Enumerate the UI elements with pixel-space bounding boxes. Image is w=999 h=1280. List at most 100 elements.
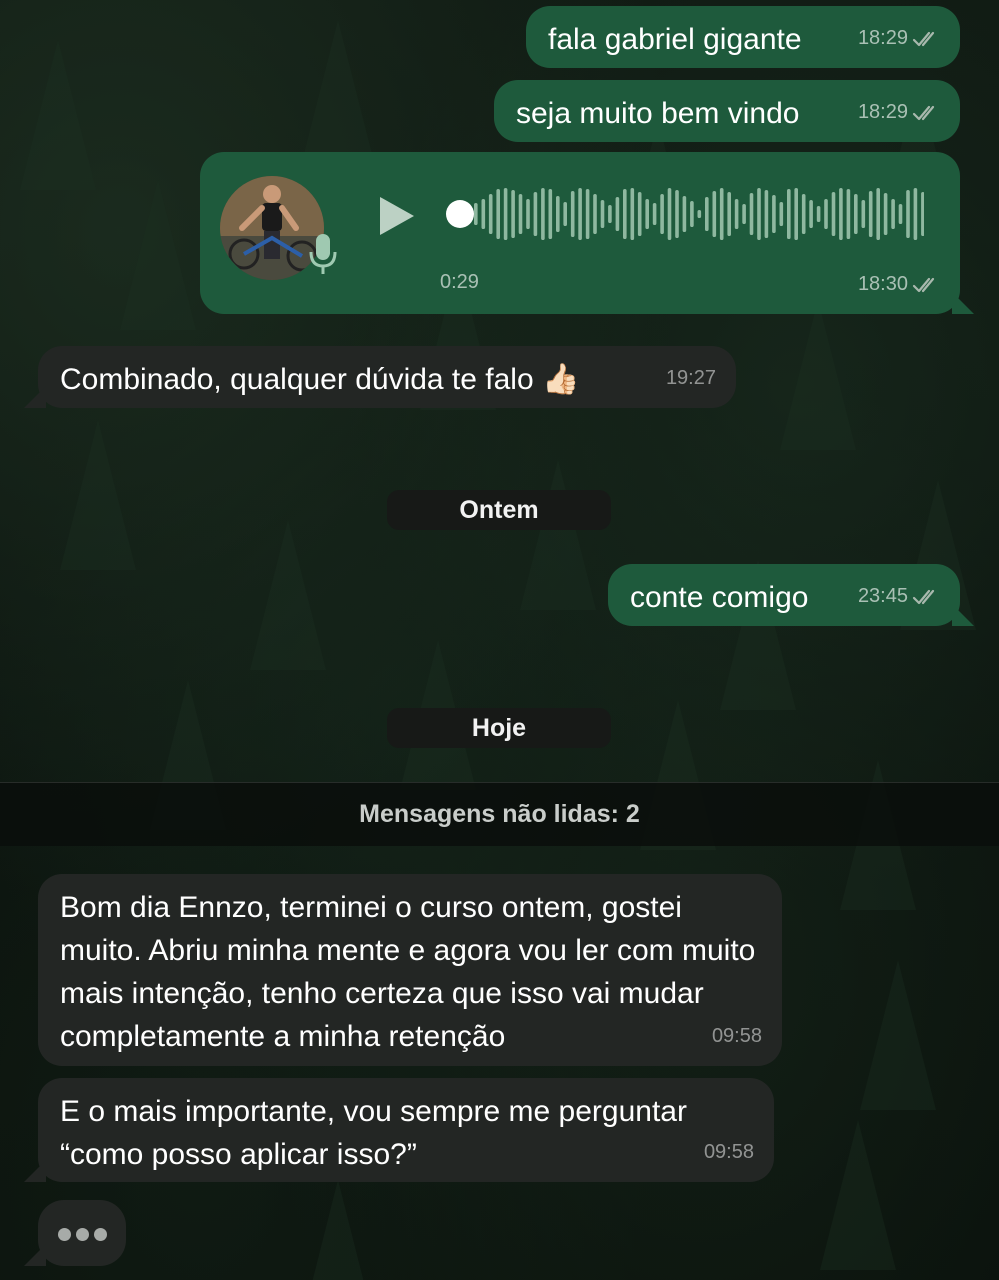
waveform-bar bbox=[526, 199, 530, 229]
audio-waveform[interactable] bbox=[444, 186, 924, 242]
waveform-bar bbox=[787, 189, 791, 239]
message-meta: 18:29 bbox=[858, 91, 940, 134]
waveform-bar bbox=[600, 200, 605, 228]
waveform-bar bbox=[772, 195, 776, 233]
double-check-icon bbox=[912, 589, 935, 604]
message-time: 18:30 bbox=[857, 273, 908, 295]
message-text: Combinado, qualquer dúvida te falo 👍🏻 bbox=[60, 363, 580, 396]
waveform-bar bbox=[690, 201, 694, 227]
waveform-bar bbox=[876, 188, 880, 240]
waveform-bar bbox=[570, 191, 575, 237]
waveform-bar bbox=[518, 194, 523, 234]
waveform-bar bbox=[824, 199, 828, 229]
waveform-bar bbox=[839, 188, 843, 240]
waveform-bar bbox=[556, 196, 560, 232]
waveform-bar bbox=[474, 203, 478, 225]
waveform-bar bbox=[831, 192, 836, 236]
waveform-bar bbox=[891, 199, 895, 229]
waveform-bar bbox=[682, 196, 687, 232]
waveform-bar bbox=[727, 192, 731, 236]
typing-dot bbox=[76, 1228, 89, 1241]
message-text: E o mais importante, vou sempre me pergu… bbox=[60, 1095, 687, 1171]
message-text: fala gabriel gigante bbox=[548, 23, 802, 56]
waveform-bar bbox=[705, 197, 709, 231]
message-time: 09:58 bbox=[703, 1141, 754, 1163]
waveform-bar bbox=[637, 192, 642, 236]
waveform-bar bbox=[697, 210, 702, 218]
thumbs-up-emoji: 👍🏻 bbox=[542, 363, 580, 396]
waveform-bar bbox=[533, 192, 538, 236]
waveform-bar bbox=[593, 194, 597, 234]
message-bubble-outgoing[interactable]: seja muito bem vindo 18:29 bbox=[494, 80, 960, 142]
waveform-bar bbox=[809, 200, 813, 228]
waveform-bar bbox=[578, 188, 582, 240]
waveform-bar bbox=[660, 194, 664, 234]
waveform-bar bbox=[846, 189, 851, 239]
waveform-bar bbox=[816, 206, 821, 222]
message-text: conte comigo bbox=[630, 581, 809, 614]
waveform-bar bbox=[749, 193, 754, 235]
waveform-bar bbox=[883, 193, 888, 235]
message-meta: 18:30 bbox=[858, 263, 940, 306]
microphone-icon bbox=[309, 234, 337, 274]
message-bubble-incoming[interactable]: E o mais importante, vou sempre me pergu… bbox=[24, 1078, 774, 1182]
waveform-bar bbox=[608, 205, 612, 223]
waveform-bar bbox=[623, 189, 627, 239]
waveform-bar bbox=[645, 199, 649, 229]
voice-message-bubble[interactable]: 0:29 18:30 bbox=[200, 152, 974, 314]
waveform-bar bbox=[585, 189, 590, 239]
typing-indicator bbox=[24, 1200, 126, 1266]
date-separator: Ontem bbox=[387, 490, 611, 530]
waveform-bar bbox=[630, 188, 635, 240]
waveform-bar bbox=[488, 194, 493, 234]
waveform-bar bbox=[779, 202, 784, 226]
waveform-bar bbox=[481, 199, 486, 229]
message-text: seja muito bem vindo bbox=[516, 97, 800, 130]
message-meta: 23:45 bbox=[858, 575, 940, 618]
message-meta: 18:29 bbox=[858, 17, 940, 60]
message-time: 18:29 bbox=[857, 27, 908, 49]
waveform-bar bbox=[503, 188, 508, 240]
waveform-bar bbox=[801, 194, 806, 234]
message-bubble-incoming[interactable]: Bom dia Ennzo, terminei o curso ontem, g… bbox=[38, 874, 782, 1066]
waveform-bar bbox=[615, 197, 620, 231]
double-check-icon bbox=[912, 105, 935, 120]
double-check-icon bbox=[912, 31, 935, 46]
waveform-bar bbox=[861, 200, 866, 228]
waveform-bar bbox=[541, 188, 545, 240]
message-time: 09:58 bbox=[711, 1025, 762, 1047]
unread-messages-banner: Mensagens não lidas: 2 bbox=[0, 782, 999, 846]
message-bubble-outgoing[interactable]: fala gabriel gigante 18:29 bbox=[526, 6, 960, 68]
waveform-bar bbox=[719, 188, 724, 240]
message-time: 23:45 bbox=[857, 585, 908, 607]
waveform-bar bbox=[913, 188, 918, 240]
waveform-bar bbox=[742, 204, 746, 224]
waveform-bar bbox=[734, 199, 739, 229]
waveform-bar bbox=[652, 203, 657, 225]
waveform-bar bbox=[764, 190, 769, 238]
message-time: 19:27 bbox=[665, 367, 716, 389]
waveform-bar bbox=[906, 190, 910, 238]
waveform-bar bbox=[675, 190, 679, 238]
message-time: 18:29 bbox=[857, 101, 908, 123]
waveform-bar bbox=[921, 192, 924, 236]
waveform-bar bbox=[548, 189, 553, 239]
double-check-icon bbox=[912, 277, 935, 292]
waveform-bar bbox=[712, 191, 717, 237]
waveform-bar bbox=[496, 189, 500, 239]
message-bubble-outgoing[interactable]: conte comigo 23:45 bbox=[608, 564, 974, 626]
message-bubble-incoming[interactable]: Combinado, qualquer dúvida te falo 👍🏻 19… bbox=[24, 346, 736, 408]
typing-dot bbox=[94, 1228, 107, 1241]
waveform-bar bbox=[563, 202, 567, 226]
voice-duration: 0:29 bbox=[440, 271, 479, 293]
waveform-bar bbox=[868, 191, 873, 237]
play-icon[interactable] bbox=[376, 194, 416, 238]
waveform-bar bbox=[511, 190, 515, 238]
waveform-bar bbox=[794, 188, 798, 240]
playback-scrubber[interactable] bbox=[446, 200, 474, 228]
waveform-bar bbox=[854, 194, 858, 234]
waveform-bar bbox=[757, 188, 761, 240]
waveform-bar bbox=[898, 204, 903, 224]
message-text: Bom dia Ennzo, terminei o curso ontem, g… bbox=[60, 891, 756, 1053]
waveform-bar bbox=[667, 188, 672, 240]
